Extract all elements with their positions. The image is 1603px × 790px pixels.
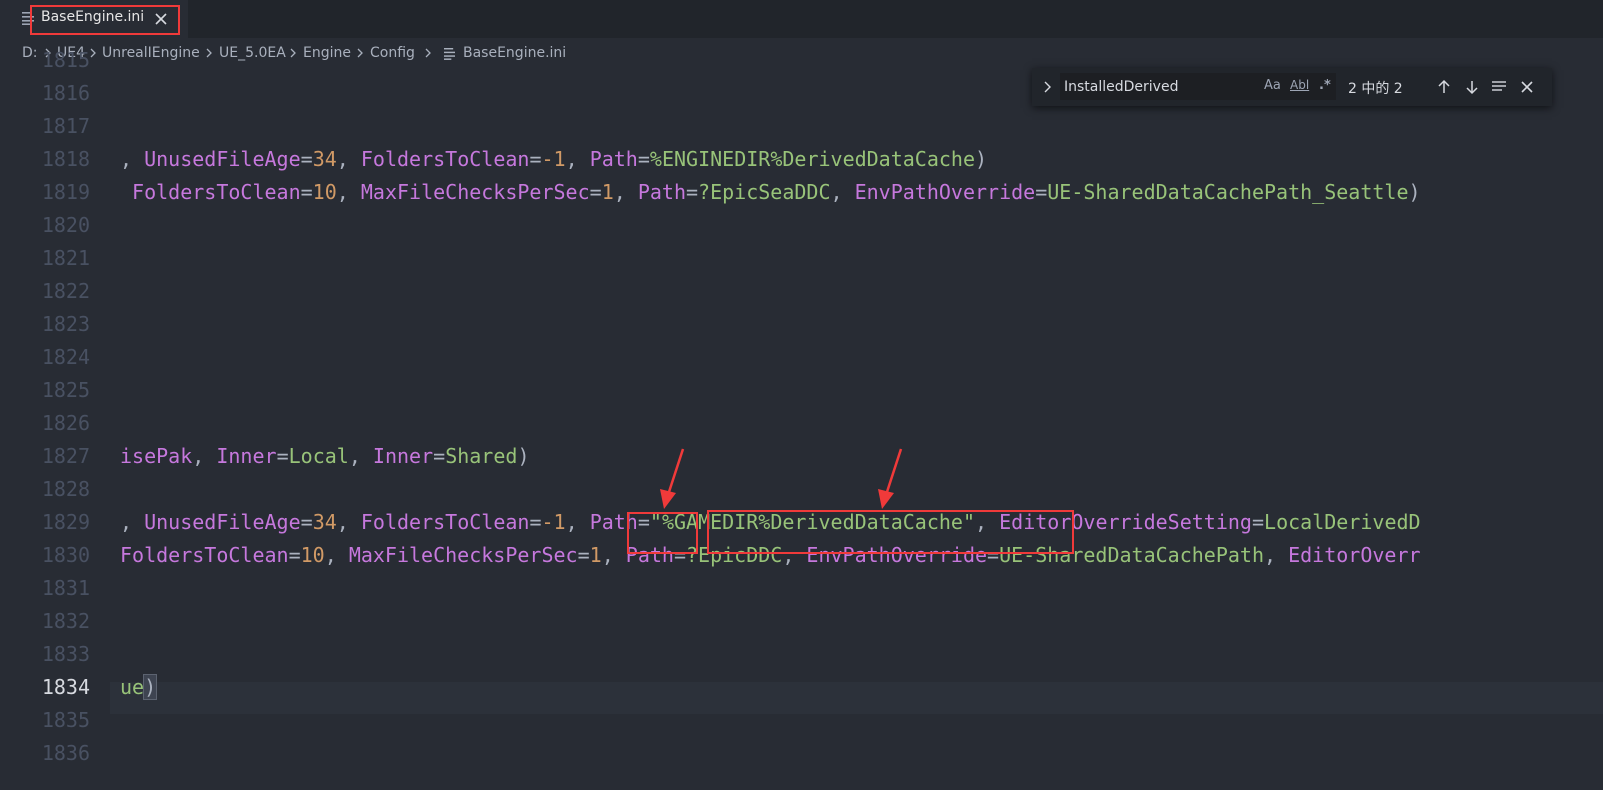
match-case-toggle[interactable]: Aa <box>1264 78 1281 93</box>
breadcrumb-item-engine[interactable]: Engine <box>303 45 351 61</box>
breadcrumb-item-ue5[interactable]: UE_5.0EA <box>219 45 286 61</box>
line-number: 1820 <box>41 213 90 237</box>
line-number: 1833 <box>41 642 90 666</box>
line-number: 1830 <box>41 543 90 567</box>
line-number: 1815 <box>41 48 90 72</box>
chevron-right-icon <box>206 48 212 58</box>
regex-toggle[interactable]: .* <box>1319 78 1331 93</box>
close-icon[interactable] <box>1518 78 1536 96</box>
line-number: 1824 <box>41 345 90 369</box>
breadcrumb-item-file[interactable]: BaseEngine.ini <box>463 45 566 61</box>
find-in-selection-icon[interactable] <box>1490 78 1508 96</box>
annotation-box-path-value <box>707 510 1074 554</box>
file-lines-icon <box>444 48 455 60</box>
editor-window: BaseEngine.ini D: UE4 UnrealIEngine UE_5… <box>0 0 1603 790</box>
breadcrumb-item-config[interactable]: Config <box>370 45 415 61</box>
chevron-right-icon[interactable] <box>1042 79 1054 95</box>
code-line[interactable]: , UnusedFileAge=34, FoldersToClean=-1, P… <box>120 143 987 175</box>
tab-bar: BaseEngine.ini <box>0 0 1603 38</box>
line-number: 1828 <box>41 477 90 501</box>
annotation-arrow-left <box>660 448 685 509</box>
line-number: 1823 <box>41 312 90 336</box>
line-number: 1831 <box>41 576 90 600</box>
chevron-right-icon <box>357 48 363 58</box>
line-number: 1818 <box>41 147 90 171</box>
annotation-box-tab <box>30 5 180 35</box>
code-editor[interactable]: 1815 1816 1817 1818 1819 1820 1821 1822 1823 1824… <box>0 48 1603 790</box>
find-widget: Aa Abl .* 2 中的 2 <box>1032 68 1552 106</box>
code-line[interactable]: isePak, Inner=Local, Inner=Shared) <box>120 440 529 472</box>
line-number: 1822 <box>41 279 90 303</box>
line-number: 1816 <box>41 81 90 105</box>
line-number: 1817 <box>41 114 90 138</box>
arrow-down-icon[interactable] <box>1463 78 1481 96</box>
line-number: 1821 <box>41 246 90 270</box>
annotation-arrow-right <box>878 448 903 509</box>
line-number: 1826 <box>41 411 90 435</box>
line-number: 1829 <box>41 510 90 534</box>
annotation-box-path-key <box>627 512 698 554</box>
line-number: 1819 <box>41 180 90 204</box>
chevron-right-icon <box>290 48 296 58</box>
line-number: 1834 <box>41 675 90 699</box>
line-number: 1836 <box>41 741 90 765</box>
whole-word-toggle[interactable]: Abl <box>1290 78 1309 92</box>
current-line-highlight <box>110 682 1603 714</box>
chevron-right-icon <box>425 48 431 58</box>
line-number: 1827 <box>41 444 90 468</box>
arrow-up-icon[interactable] <box>1435 78 1453 96</box>
line-number: 1825 <box>41 378 90 402</box>
line-number: 1835 <box>41 708 90 732</box>
code-line[interactable]: FoldersToClean=10, MaxFileChecksPerSec=1… <box>120 176 1421 208</box>
match-count: 2 中的 2 <box>1348 81 1403 97</box>
code-line[interactable]: ue) <box>120 671 158 703</box>
breadcrumb: D: UE4 UnrealIEngine UE_5.0EA Engine Con… <box>0 38 1603 68</box>
breadcrumb-item-unrealengine[interactable]: UnrealIEngine <box>102 45 200 61</box>
line-number: 1832 <box>41 609 90 633</box>
